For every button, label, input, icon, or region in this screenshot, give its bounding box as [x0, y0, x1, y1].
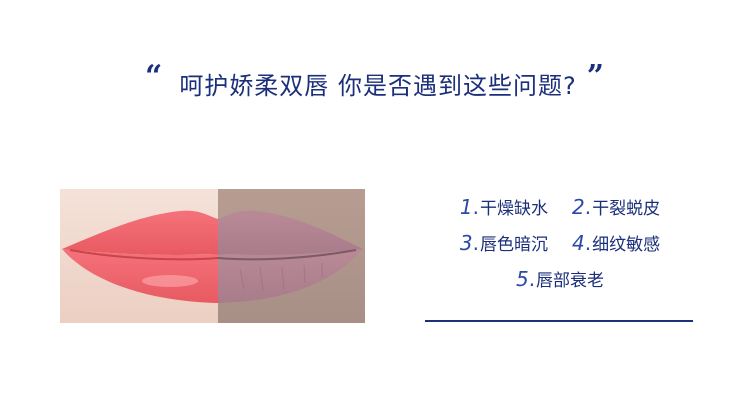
item-number: 4	[572, 230, 585, 255]
number-dot: .	[584, 194, 592, 219]
item-label: 干燥缺水	[480, 198, 548, 219]
number-dot: .	[528, 266, 536, 291]
issues-row-2: 3. 唇色暗沉 4. 细纹敏感	[415, 224, 705, 260]
item-number: 3	[459, 230, 473, 255]
headline: “ 呵护娇柔双唇 你是否遇到这些问题? ”	[0, 59, 750, 106]
issues-row-3: 5. 唇部衰老	[415, 260, 705, 296]
list-item: 2. 干裂蜕皮	[572, 194, 660, 219]
list-item: 4. 细纹敏感	[572, 230, 660, 255]
lips-illustration	[60, 189, 365, 323]
list-item: 1. 干燥缺水	[460, 194, 548, 219]
lips-comparison-image	[60, 189, 365, 323]
open-quote: “	[145, 59, 164, 94]
divider-line	[425, 320, 693, 322]
number-dot: .	[472, 194, 479, 219]
headline-text: 呵护娇柔双唇 你是否遇到这些问题?	[179, 72, 577, 100]
number-dot: .	[472, 230, 479, 255]
item-label: 唇色暗沉	[480, 234, 548, 255]
lip-problems-list: 1. 干燥缺水 2. 干裂蜕皮 3. 唇色暗沉 4. 细纹敏感 5. 唇部衰老	[415, 188, 705, 296]
item-label: 干裂蜕皮	[592, 198, 661, 219]
issues-row-1: 1. 干燥缺水 2. 干裂蜕皮	[415, 188, 705, 224]
item-number: 1	[459, 194, 473, 219]
list-item: 5. 唇部衰老	[516, 266, 604, 291]
list-item: 3. 唇色暗沉	[460, 230, 548, 255]
item-number: 2	[572, 194, 585, 219]
item-label: 细纹敏感	[592, 234, 661, 255]
close-quote: ”	[586, 59, 605, 94]
number-dot: .	[584, 230, 592, 255]
item-number: 5	[515, 266, 529, 291]
item-label: 唇部衰老	[536, 270, 605, 291]
